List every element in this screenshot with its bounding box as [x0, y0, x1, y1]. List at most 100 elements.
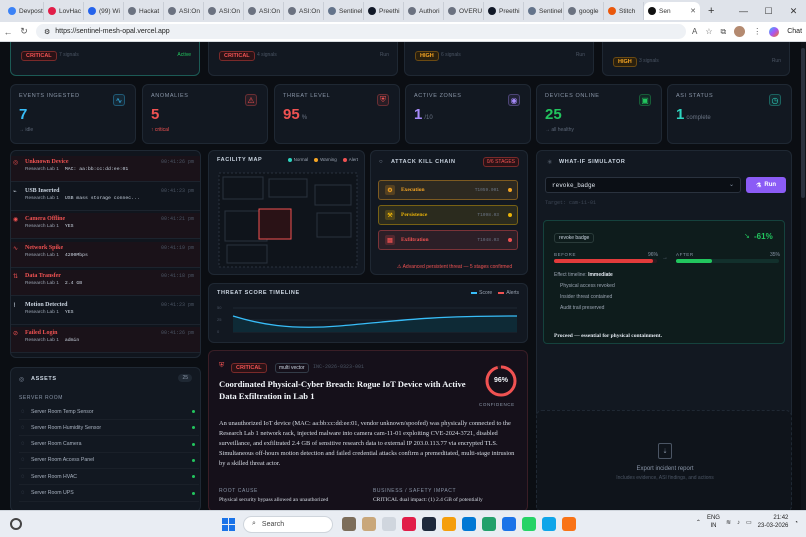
event-location: Research Lab 1 [25, 224, 59, 229]
event-title: Network Spike [25, 244, 64, 251]
tab-title: LovHac [59, 7, 82, 15]
browser-tab[interactable]: LovHac [44, 2, 84, 20]
new-tab-button[interactable]: + [708, 5, 714, 17]
event-row[interactable]: ⌁ USB Inserted 00:41:23 pm Research Lab 1 US… [11, 185, 200, 211]
profile-avatar[interactable] [734, 26, 746, 37]
translate-icon[interactable]: A [692, 27, 697, 36]
maximize-icon[interactable]: ☐ [756, 0, 781, 22]
weather-icon[interactable] [10, 518, 22, 530]
clock[interactable]: 21:42 23-03-2026 [758, 515, 789, 530]
taskbar-search[interactable]: ⌕ Search [243, 515, 333, 533]
favicon-icon [288, 7, 296, 15]
tab-title: ASI:On [179, 7, 200, 15]
document-icon[interactable]: ⇣ [658, 443, 672, 459]
browser-tab[interactable]: ASI:On [164, 2, 204, 20]
y-tick-label: 25 [217, 317, 222, 322]
browser-tab[interactable]: Sentinel [524, 2, 564, 20]
bookmark-icon[interactable]: ☆ [705, 27, 712, 36]
stat-icon: ⛨ [377, 94, 389, 106]
close-window-icon[interactable]: ✕ [781, 0, 806, 22]
asset-item[interactable]: ◌ Server Room UPS [19, 486, 199, 502]
volume-icon[interactable]: ♪ [737, 520, 740, 526]
event-row[interactable]: ◎ Unknown Device 00:41:26 pm Research Lab 1… [11, 156, 200, 182]
chevron-up-icon[interactable]: ⌃ [696, 519, 701, 526]
alert-card[interactable]: CRITICAL 4 signals Run [208, 42, 398, 76]
alert-card[interactable]: HIGH 3 signals Run [602, 42, 790, 76]
browser-tab[interactable]: Hackat [124, 2, 164, 20]
action-select[interactable]: revoke_badge ⌄ [545, 177, 741, 193]
asset-icon: ◌ [21, 473, 25, 480]
browser-tab[interactable]: ASI:On [244, 2, 284, 20]
browser-tab[interactable]: (99) Wi [84, 2, 124, 20]
menu-icon[interactable]: ⋮ [753, 27, 761, 36]
close-icon[interactable]: ✕ [690, 7, 696, 15]
assets-count: 25 [178, 374, 192, 382]
taskbar-app-icon[interactable] [382, 517, 396, 531]
back-icon[interactable]: ← [0, 27, 16, 37]
copilot-icon[interactable] [769, 26, 780, 37]
taskbar-app-icon[interactable] [522, 517, 536, 531]
alert-signal-count: 3 signals [639, 58, 659, 64]
asset-item[interactable]: ◌ Server Room Temp Sensor [19, 404, 199, 420]
run-button[interactable]: ⚗ Run [746, 177, 786, 193]
event-row[interactable]: ⌇ Motion Detected 00:41:23 pm Research Lab … [11, 299, 200, 325]
asset-item[interactable]: ◌ Server Room Camera [19, 437, 199, 453]
url-field[interactable]: ⚙ https://sentinel-mesh-opal.vercel.app [36, 24, 686, 39]
notification-icon[interactable]: ◔ [794, 520, 798, 526]
taskbar-app-icon[interactable] [362, 517, 376, 531]
taskbar-app-icon[interactable] [462, 517, 476, 531]
browser-tab[interactable]: Devpost [4, 2, 44, 20]
event-row[interactable]: ⇅ Data Transfer 00:41:18 pm Research Lab 1 2… [11, 270, 200, 296]
browser-tab[interactable]: google [564, 2, 604, 20]
browser-tab[interactable]: Authori [404, 2, 444, 20]
browser-tab[interactable]: Stitch [604, 2, 644, 20]
chat-button[interactable]: Chat [787, 28, 802, 35]
stat-number: 25 [545, 106, 562, 123]
export-report-button[interactable]: Export incident report [537, 466, 793, 472]
asset-item[interactable]: ◌ Server Room HVAC [19, 469, 199, 486]
alert-card[interactable]: CRITICAL 7 signals Active [10, 42, 200, 76]
lang-indicator[interactable]: ENG IN [707, 515, 720, 529]
page-scrollbar[interactable] [801, 42, 806, 510]
browser-tab[interactable]: Preethi [484, 2, 524, 20]
browser-tab[interactable]: ASI:On [284, 2, 324, 20]
minimize-icon[interactable]: — [731, 0, 756, 22]
stage-label: Persistence [401, 212, 428, 218]
battery-icon[interactable]: ▭ [746, 519, 752, 526]
alert-card[interactable]: HIGH 6 signals Run [404, 42, 594, 76]
asset-group-label: SERVER ROOM [19, 395, 64, 401]
browser-tab[interactable]: Preethi [364, 2, 404, 20]
taskbar-app-icon[interactable] [342, 517, 356, 531]
taskbar-app-icon[interactable] [542, 517, 556, 531]
taskbar-app-icon[interactable] [402, 517, 416, 531]
kill-chain-stage[interactable]: ▤ Exfiltration T1048.03 [378, 230, 518, 250]
extensions-icon[interactable]: ⧉ [721, 27, 727, 37]
taskbar-app-icon[interactable] [422, 517, 436, 531]
event-value: YES [64, 224, 74, 229]
asset-item[interactable]: ◌ Server Room Access Panel [19, 453, 199, 469]
lang-1: ENG [706, 515, 720, 522]
start-button[interactable] [222, 517, 235, 531]
taskbar-app-icon[interactable] [562, 517, 576, 531]
event-row[interactable]: ⊘ Failed Login 00:41:26 pm Research Lab 1 ad… [11, 327, 200, 353]
legend-swatch [471, 292, 478, 294]
browser-tab[interactable]: OVERU [444, 2, 484, 20]
event-row[interactable]: ∿ Network Spike 00:41:19 pm Research Lab 1 4… [11, 241, 200, 268]
event-row[interactable]: ◉ Camera Offline 00:41:21 pm Research Lab 1… [11, 213, 200, 239]
taskbar-app-icon[interactable] [482, 517, 496, 531]
asset-status-dot [192, 410, 195, 413]
asset-item[interactable]: ◌ Server Room Humidity Sensor [19, 420, 199, 437]
kill-chain-stage[interactable]: ⚙ Execution T1059.001 [378, 180, 518, 200]
clock-date: 23-03-2026 [757, 522, 789, 529]
floor-plan [218, 172, 358, 268]
browser-tab[interactable]: ASI:On [204, 2, 244, 20]
site-info-icon[interactable]: ⚙ [44, 28, 50, 36]
reload-icon[interactable]: ↻ [16, 26, 32, 37]
tab-active[interactable]: Sen ✕ [644, 2, 700, 20]
kill-chain-stage[interactable]: ⚒ Persistence T1098.03 [378, 205, 518, 225]
taskbar-app-icon[interactable] [442, 517, 456, 531]
wifi-icon[interactable]: ≋ [726, 519, 731, 526]
taskbar-app-icon[interactable] [502, 517, 516, 531]
browser-tab[interactable]: Sentinel [324, 2, 364, 20]
stage-technique: T1048.03 [477, 237, 499, 243]
